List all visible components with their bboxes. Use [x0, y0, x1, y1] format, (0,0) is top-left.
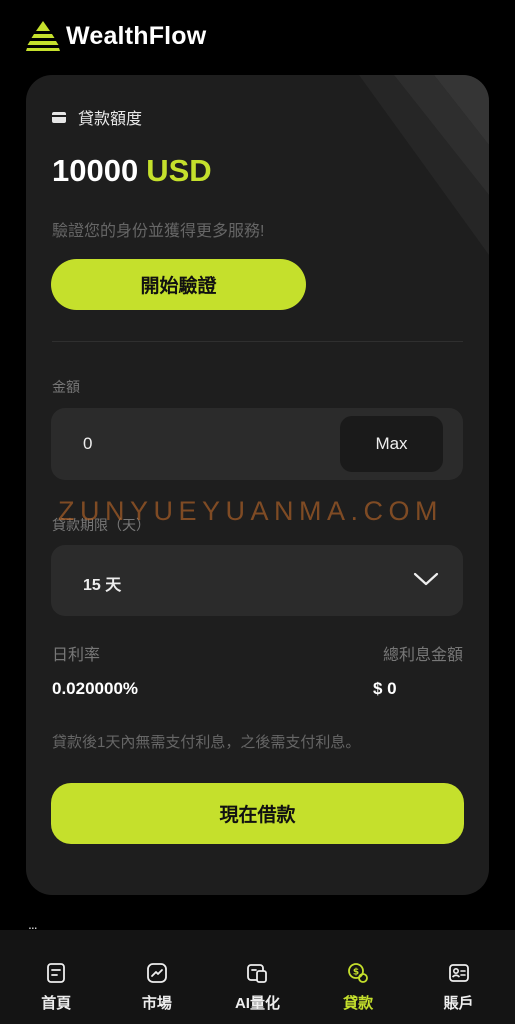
account-icon: [448, 964, 469, 982]
interest-note: 貸款後1天內無需支付利息，之後需支付利息。: [52, 734, 361, 751]
amount-label: 金額: [52, 379, 80, 395]
nav-label-account: 賬戶: [443, 995, 474, 1012]
credit-card-icon: [52, 111, 66, 123]
bottom-nav: 首頁 市場 AI量化 $ 貸款 賬戶: [0, 930, 515, 1024]
divider: [52, 341, 463, 342]
amount-value[interactable]: 0: [83, 434, 92, 454]
start-verification-button[interactable]: 開始驗證: [51, 259, 306, 310]
limit-label-row: 貸款額度: [52, 105, 142, 129]
ai-quant-icon: [247, 964, 268, 983]
market-icon: [146, 963, 167, 983]
nav-item-loan[interactable]: $ 貸款: [313, 930, 403, 1024]
term-value: 15 天: [83, 577, 122, 594]
amount-input[interactable]: 0 Max: [51, 408, 463, 480]
logo-icon: [26, 21, 60, 51]
limit-label: 貸款額度: [78, 111, 143, 128]
nav-label-market: 市場: [141, 995, 172, 1012]
term-select[interactable]: 15 天: [51, 545, 463, 616]
card-decoration: [359, 75, 489, 255]
loan-card: 貸款額度 10000 USD 驗證您的身份並獲得更多服務! 開始驗證 金額 0 M…: [26, 75, 489, 895]
daily-rate-value: 0.020000%: [52, 679, 139, 698]
borrow-now-button[interactable]: 現在借款: [51, 783, 464, 844]
chevron-down-icon: [413, 572, 439, 586]
loan-icon: $: [348, 963, 368, 983]
nav-item-market[interactable]: 市場: [112, 930, 202, 1024]
daily-rate-label: 日利率: [52, 647, 101, 664]
nav-item-home[interactable]: 首頁: [11, 930, 101, 1024]
verify-hint: 驗證您的身份並獲得更多服務!: [52, 223, 265, 240]
total-interest-label: 總利息金額: [382, 647, 463, 664]
limit-amount-value: 10000: [52, 153, 139, 188]
nav-label-home: 首頁: [41, 995, 72, 1012]
app-header: WealthFlow: [26, 16, 206, 56]
home-icon: [47, 963, 66, 983]
nav-item-account[interactable]: 賬戶: [414, 930, 504, 1024]
nav-label-loan: 貸款: [343, 995, 374, 1012]
svg-text:$: $: [353, 968, 359, 978]
nav-item-ai-quant[interactable]: AI量化: [212, 930, 302, 1024]
term-label: 貸款期限（天）: [52, 517, 150, 533]
limit-amount: 10000 USD: [52, 153, 212, 189]
nav-label-ai-quant: AI量化: [234, 995, 280, 1012]
total-interest-value: $ 0: [373, 679, 397, 698]
max-button[interactable]: Max: [340, 416, 443, 472]
limit-currency: USD: [146, 153, 212, 188]
brand-name: WealthFlow: [66, 21, 207, 50]
